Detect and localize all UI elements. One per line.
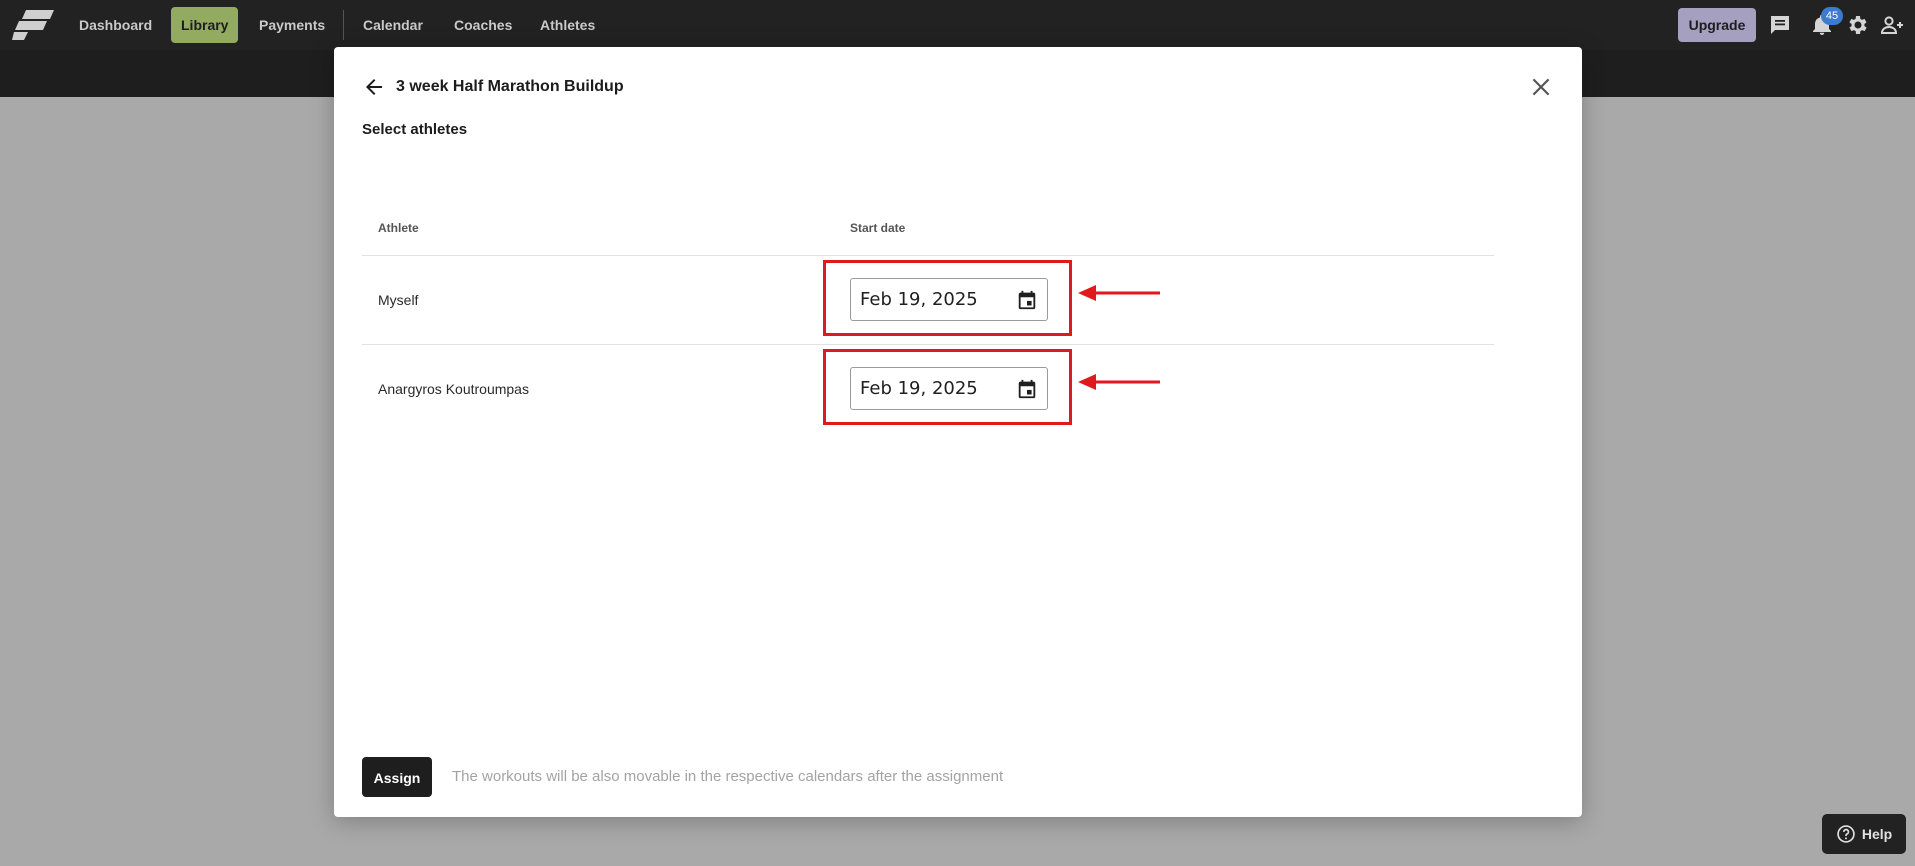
table-header: Athlete Start date bbox=[362, 167, 1494, 256]
assign-note: The workouts will be also movable in the… bbox=[452, 768, 1004, 785]
athlete-name: Anargyros Koutroumpas bbox=[378, 381, 529, 397]
section-title: Select athletes bbox=[362, 121, 468, 138]
athletes-table: Athlete Start date Myself Feb 19, 2025 A… bbox=[362, 167, 1494, 433]
nav-payments[interactable]: Payments bbox=[249, 14, 335, 42]
nav-coaches[interactable]: Coaches bbox=[444, 14, 522, 42]
top-navbar: Dashboard Library Payments Calendar Coac… bbox=[0, 0, 1915, 50]
arrow-annotation-icon bbox=[1078, 285, 1160, 301]
arrow-annotation-icon bbox=[1078, 374, 1160, 390]
app-logo-icon[interactable] bbox=[12, 10, 54, 40]
help-button[interactable]: Help bbox=[1822, 814, 1906, 854]
start-date-input[interactable]: Feb 19, 2025 bbox=[850, 367, 1048, 410]
chat-icon[interactable] bbox=[1768, 13, 1792, 37]
start-date-value: Feb 19, 2025 bbox=[860, 378, 978, 399]
gear-icon[interactable] bbox=[1846, 13, 1870, 37]
assign-button[interactable]: Assign bbox=[362, 757, 432, 797]
nav-library[interactable]: Library bbox=[171, 7, 239, 43]
start-date-input[interactable]: Feb 19, 2025 bbox=[850, 278, 1048, 321]
back-arrow-icon[interactable] bbox=[362, 75, 386, 99]
table-row: Anargyros Koutroumpas Feb 19, 2025 bbox=[362, 345, 1494, 433]
athlete-name: Myself bbox=[378, 292, 419, 308]
nav-athletes[interactable]: Athletes bbox=[530, 14, 605, 42]
nav-calendar[interactable]: Calendar bbox=[353, 14, 433, 42]
assign-plan-modal: 3 week Half Marathon Buildup Select athl… bbox=[334, 47, 1582, 817]
start-date-value: Feb 19, 2025 bbox=[860, 289, 978, 310]
notification-badge: 45 bbox=[1821, 7, 1843, 25]
help-icon bbox=[1837, 825, 1855, 843]
nav-divider bbox=[343, 10, 344, 40]
modal-title: 3 week Half Marathon Buildup bbox=[396, 78, 624, 95]
add-person-icon[interactable] bbox=[1880, 13, 1904, 37]
calendar-icon[interactable] bbox=[1016, 289, 1038, 311]
column-header-start-date: Start date bbox=[850, 221, 906, 235]
nav-dashboard[interactable]: Dashboard bbox=[69, 14, 162, 42]
table-row: Myself Feb 19, 2025 bbox=[362, 256, 1494, 345]
help-label: Help bbox=[1861, 826, 1893, 842]
close-icon[interactable] bbox=[1528, 74, 1554, 100]
column-header-athlete: Athlete bbox=[378, 221, 419, 235]
calendar-icon[interactable] bbox=[1016, 378, 1038, 400]
upgrade-button[interactable]: Upgrade bbox=[1678, 8, 1756, 42]
